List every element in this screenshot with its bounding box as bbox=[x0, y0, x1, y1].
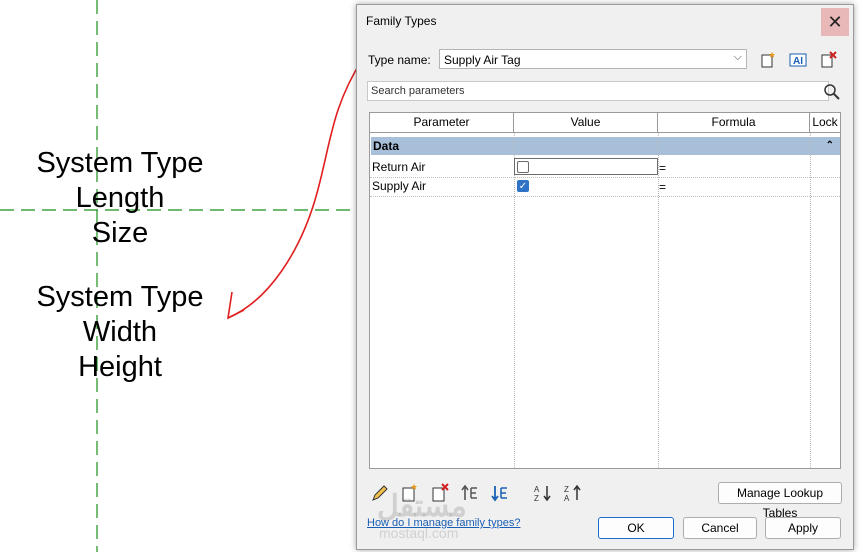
svg-text:Z: Z bbox=[534, 494, 539, 503]
rename-type-icon[interactable]: AI bbox=[789, 51, 807, 69]
parameters-table[interactable]: Parameter Value Formula Lock Data ⌃ Retu… bbox=[369, 112, 841, 469]
formula-cell[interactable]: = bbox=[659, 180, 666, 194]
move-down-icon[interactable] bbox=[490, 483, 510, 503]
tag-line: Width bbox=[82, 316, 158, 348]
column-header-lock[interactable]: Lock bbox=[810, 113, 840, 133]
supply-air-checkbox[interactable]: ✓ bbox=[517, 180, 529, 192]
annotation-arrow bbox=[227, 59, 363, 319]
chevron-down-icon: ⌵ bbox=[733, 51, 742, 63]
search-placeholder: Search parameters bbox=[371, 85, 465, 97]
type-name-value: Supply Air Tag bbox=[444, 53, 521, 67]
formula-cell[interactable]: = bbox=[659, 161, 666, 175]
group-label: Data bbox=[373, 139, 400, 153]
tag-line: Height bbox=[78, 351, 162, 383]
close-button[interactable]: ✕ bbox=[821, 8, 849, 36]
search-icon[interactable] bbox=[823, 83, 841, 101]
sort-descending-icon[interactable]: Z A bbox=[563, 483, 583, 503]
table-row[interactable]: Supply Air ✓ = bbox=[370, 177, 840, 197]
ok-button[interactable]: OK bbox=[598, 517, 674, 539]
tag-label-bottom: System Type Width Height bbox=[10, 280, 230, 385]
family-types-dialog: Family Types ✕ Type name: Supply Air Tag… bbox=[356, 4, 854, 550]
tag-line: Length bbox=[75, 182, 165, 214]
manage-lookup-tables-button[interactable]: Manage Lookup Tables bbox=[718, 482, 842, 520]
cancel-button[interactable]: Cancel bbox=[683, 517, 757, 539]
column-header-value[interactable]: Value bbox=[514, 113, 658, 133]
column-header-parameter[interactable]: Parameter bbox=[370, 113, 514, 133]
parameter-name: Supply Air bbox=[372, 179, 427, 193]
tag-line: System Type bbox=[36, 147, 204, 179]
return-air-checkbox[interactable] bbox=[517, 161, 529, 173]
delete-type-icon[interactable] bbox=[819, 51, 837, 69]
tag-line: System Type bbox=[36, 281, 204, 313]
svg-text:AI: AI bbox=[793, 56, 803, 67]
svg-text:A: A bbox=[564, 494, 570, 503]
dialog-title: Family Types bbox=[366, 14, 437, 28]
tag-label-top: System Type Length Size bbox=[10, 146, 230, 251]
table-row[interactable]: Return Air = bbox=[370, 158, 840, 178]
tag-line: Size bbox=[91, 217, 149, 249]
type-name-select[interactable]: Supply Air Tag ⌵ bbox=[439, 49, 747, 69]
svg-text:Z: Z bbox=[564, 485, 569, 494]
sort-ascending-icon[interactable]: A Z bbox=[533, 483, 553, 503]
column-header-formula[interactable]: Formula bbox=[658, 113, 810, 133]
search-input[interactable]: Search parameters bbox=[367, 81, 829, 101]
parameter-name: Return Air bbox=[372, 160, 426, 174]
new-type-icon[interactable] bbox=[759, 51, 777, 69]
title-bar[interactable]: Family Types ✕ bbox=[357, 5, 853, 37]
type-name-label: Type name: bbox=[368, 53, 431, 67]
apply-button[interactable]: Apply bbox=[765, 517, 841, 539]
annotation-arrowhead bbox=[226, 291, 245, 320]
group-header-data[interactable]: Data ⌃ bbox=[371, 137, 840, 155]
value-cell[interactable] bbox=[514, 158, 658, 175]
help-link[interactable]: How do I manage family types? bbox=[367, 517, 520, 529]
svg-text:A: A bbox=[534, 485, 540, 494]
collapse-icon[interactable]: ⌃ bbox=[826, 137, 834, 155]
